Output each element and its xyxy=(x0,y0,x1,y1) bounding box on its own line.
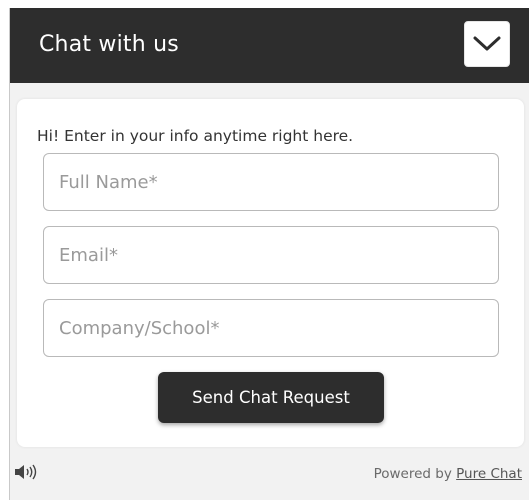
intro-text: Hi! Enter in your info anytime right her… xyxy=(37,127,354,145)
powered-by-label: Powered by xyxy=(373,466,452,482)
collapse-button[interactable] xyxy=(464,21,510,67)
chat-widget: Chat with us Hi! Enter in your info anyt… xyxy=(9,8,529,500)
speaker-icon xyxy=(15,464,37,480)
sound-toggle[interactable] xyxy=(13,463,39,481)
chevron-down-icon xyxy=(473,36,501,51)
full-name-field[interactable] xyxy=(43,153,499,211)
chat-title: Chat with us xyxy=(39,32,179,57)
powered-by: Powered by Pure Chat xyxy=(374,464,522,484)
pure-chat-link[interactable]: Pure Chat xyxy=(456,466,522,482)
company-school-field[interactable] xyxy=(43,299,499,357)
chat-header: Chat with us xyxy=(10,8,529,83)
send-chat-request-button[interactable]: Send Chat Request xyxy=(158,372,384,423)
email-field[interactable] xyxy=(43,226,499,284)
